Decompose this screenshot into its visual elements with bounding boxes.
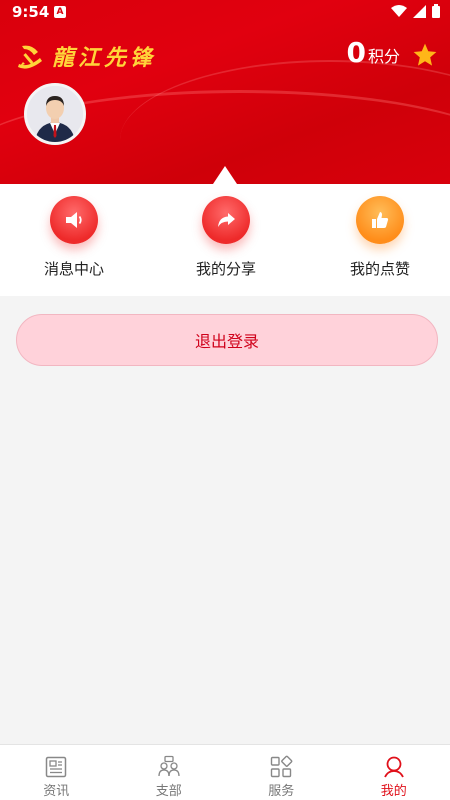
- points-value: 0: [346, 36, 366, 69]
- person-icon: [383, 756, 404, 778]
- my-share-button[interactable]: 我的分享: [166, 196, 286, 279]
- bottom-tab-bar: 资讯 支部 服务 我的: [0, 744, 450, 800]
- battery-icon: [432, 4, 440, 18]
- points-display[interactable]: 0 积分: [347, 36, 401, 69]
- logout-button[interactable]: 退出登录: [16, 314, 438, 366]
- app-title: 龍江先锋: [52, 45, 157, 71]
- grid-icon: [271, 755, 293, 778]
- user-portrait-icon: [27, 86, 83, 142]
- action-label: 我的分享: [195, 260, 256, 278]
- status-icons: [391, 4, 440, 18]
- status-time: 9:54: [12, 3, 50, 21]
- action-label: 我的点赞: [349, 260, 410, 278]
- tab-mine[interactable]: 我的: [338, 745, 450, 800]
- newspaper-icon: [46, 756, 67, 778]
- profile-header: 9:54 A 龍江先锋 0 积分: [0, 0, 450, 184]
- message-center-button[interactable]: 消息中心: [14, 196, 134, 279]
- app-logo: 龍江先锋: [16, 40, 156, 72]
- status-bar: 9:54 A: [0, 0, 450, 24]
- tab-label: 资讯: [43, 784, 70, 799]
- points-unit: 积分: [367, 47, 400, 66]
- tab-news[interactable]: 资讯: [0, 745, 113, 800]
- tab-branch[interactable]: 支部: [113, 745, 226, 800]
- thumbs-up-icon: [356, 196, 404, 244]
- party-emblem-icon: [18, 45, 42, 69]
- speaker-icon: [50, 196, 98, 244]
- tab-label: 服务: [268, 784, 295, 799]
- signal-icon: [413, 4, 426, 18]
- quick-actions: 消息中心 我的分享 我的点赞: [0, 184, 450, 296]
- share-arrow-icon: [202, 196, 250, 244]
- header-decoration: [120, 60, 450, 184]
- tab-label: 我的: [380, 784, 407, 799]
- avatar[interactable]: [24, 83, 86, 145]
- tab-services[interactable]: 服务: [225, 745, 338, 800]
- tab-label: 支部: [155, 784, 182, 799]
- notification-badge: A: [54, 6, 66, 18]
- wifi-icon: [391, 4, 407, 17]
- group-icon: [158, 755, 180, 777]
- star-icon[interactable]: [412, 42, 438, 68]
- my-likes-button[interactable]: 我的点赞: [320, 196, 440, 279]
- action-label: 消息中心: [43, 260, 104, 278]
